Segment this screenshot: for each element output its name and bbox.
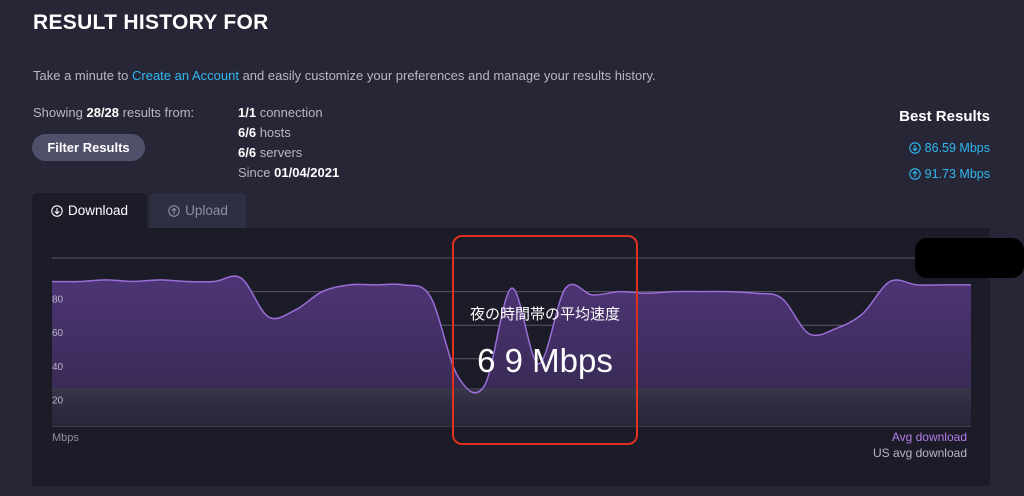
download-icon bbox=[51, 204, 63, 217]
intro-text-before: Take a minute to bbox=[33, 68, 132, 83]
create-account-link[interactable]: Create an Account bbox=[132, 68, 239, 83]
upload-arrow-icon bbox=[908, 168, 921, 180]
tab-download-label: Download bbox=[67, 203, 129, 218]
stat-servers-value: 6/6 bbox=[238, 145, 257, 160]
showing-count: 28/28 bbox=[86, 105, 120, 120]
best-download: 86.59 Mbps bbox=[899, 135, 990, 161]
best-upload-value: 91.73 Mbps bbox=[924, 167, 990, 181]
stat-connection-value: 1/1 bbox=[238, 105, 257, 120]
y-axis-label: Mbps bbox=[52, 432, 79, 444]
best-results: Best Results 86.59 Mbps 91.73 Mbps bbox=[899, 108, 990, 187]
stat-hosts: 6/6 hosts bbox=[238, 125, 339, 145]
stat-since: Since 01/04/2021 bbox=[238, 165, 339, 185]
legend-us-avg-download: US avg download bbox=[873, 446, 967, 460]
stat-servers-label: servers bbox=[256, 145, 303, 160]
stat-connection: 1/1 connection bbox=[238, 105, 339, 125]
stat-connection-label: connection bbox=[256, 105, 323, 120]
result-stats: 1/1 connection 6/6 hosts 6/6 servers Sin… bbox=[238, 105, 339, 185]
intro-text-after: and easily customize your preferences an… bbox=[238, 68, 656, 83]
y-tick-label: 60 bbox=[52, 328, 64, 339]
best-results-heading: Best Results bbox=[899, 108, 990, 125]
tab-download[interactable]: Download bbox=[32, 193, 147, 228]
result-history-page: RESULT HISTORY FOR Take a minute to Crea… bbox=[0, 0, 1024, 496]
tab-upload[interactable]: Upload bbox=[150, 193, 246, 228]
stat-since-label: Since bbox=[238, 165, 275, 180]
best-download-value: 86.59 Mbps bbox=[924, 141, 990, 155]
showing-results-text: Showing 28/28 results from: bbox=[33, 105, 194, 120]
showing-label: Showing bbox=[33, 105, 87, 120]
annotation-highlight-box bbox=[452, 235, 638, 445]
legend-avg-download: Avg download bbox=[892, 430, 967, 444]
tab-upload-label: Upload bbox=[185, 203, 228, 218]
showing-suffix: results from: bbox=[119, 105, 195, 120]
y-tick-label: 80 bbox=[52, 295, 64, 306]
stat-since-value: 01/04/2021 bbox=[274, 165, 340, 180]
best-upload: 91.73 Mbps bbox=[899, 161, 990, 187]
stat-hosts-label: hosts bbox=[256, 125, 291, 140]
page-title: RESULT HISTORY FOR bbox=[33, 11, 269, 34]
stat-servers: 6/6 servers bbox=[238, 145, 339, 165]
stat-hosts-value: 6/6 bbox=[238, 125, 257, 140]
upload-icon bbox=[168, 204, 180, 217]
filter-results-button[interactable]: Filter Results bbox=[32, 134, 145, 161]
redaction-box bbox=[915, 238, 1024, 278]
intro-text: Take a minute to Create an Account and e… bbox=[33, 68, 656, 83]
y-tick-label: 40 bbox=[52, 362, 64, 373]
download-arrow-icon bbox=[908, 142, 921, 154]
y-tick-label: 20 bbox=[52, 395, 64, 406]
